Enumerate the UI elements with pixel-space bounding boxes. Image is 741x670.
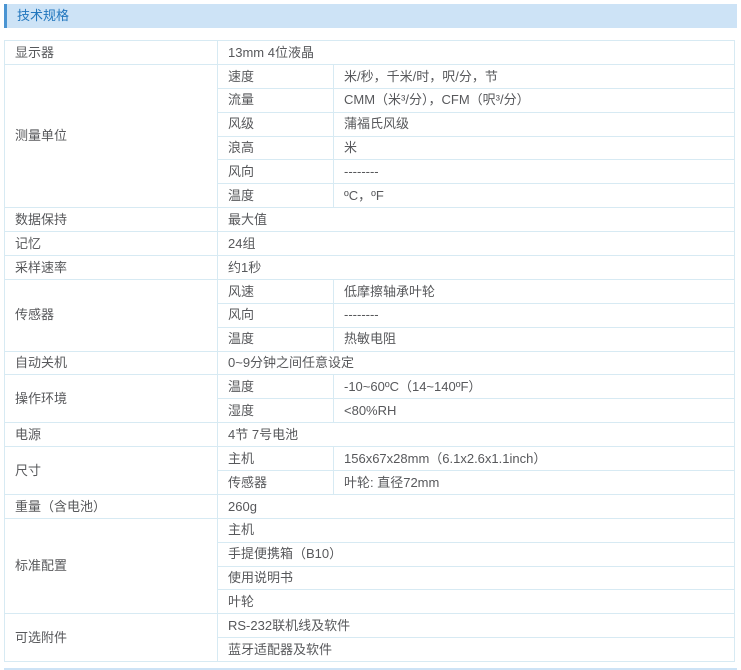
- spec-sublabel: 流量: [218, 88, 334, 112]
- spec-value: --------: [334, 160, 735, 184]
- spec-label: 重量（含电池）: [5, 494, 218, 518]
- spec-value: 米/秒，千米/时，呎/分，节: [334, 64, 735, 88]
- spec-label: 数据保持: [5, 208, 218, 232]
- table-row: 测量单位 速度 米/秒，千米/时，呎/分，节: [5, 64, 735, 88]
- spec-label: 电源: [5, 423, 218, 447]
- spec-label: 测量单位: [5, 64, 218, 207]
- spec-sublabel: 温度: [218, 375, 334, 399]
- spec-label: 记忆: [5, 232, 218, 256]
- table-row: 操作环境 温度 -10~60ºC（14~140ºF）: [5, 375, 735, 399]
- table-row: 自动关机 0~9分钟之间任意设定: [5, 351, 735, 375]
- spec-sublabel: 速度: [218, 64, 334, 88]
- table-row: 可选附件 RS-232联机线及软件: [5, 614, 735, 638]
- spec-value: 最大值: [218, 208, 735, 232]
- spec-sublabel: 浪高: [218, 136, 334, 160]
- spec-sublabel: 风向: [218, 303, 334, 327]
- spec-value: RS-232联机线及软件: [218, 614, 735, 638]
- specs-table: 显示器 13mm 4位液晶 测量单位 速度 米/秒，千米/时，呎/分，节 流量 …: [4, 40, 735, 662]
- spec-value: 蒲福氏风级: [334, 112, 735, 136]
- table-row: 电源 4节 7号电池: [5, 423, 735, 447]
- spec-sublabel: 主机: [218, 447, 334, 471]
- spec-value: 260g: [218, 494, 735, 518]
- table-row: 记忆 24组: [5, 232, 735, 256]
- table-row: 传感器 风速 低摩擦轴承叶轮: [5, 279, 735, 303]
- section-header: 技术规格: [4, 4, 737, 28]
- spec-value: ºC，ºF: [334, 184, 735, 208]
- spec-value: --------: [334, 303, 735, 327]
- spec-value: 叶轮: [218, 590, 735, 614]
- spec-label: 尺寸: [5, 447, 218, 495]
- table-row: 数据保持 最大值: [5, 208, 735, 232]
- spec-value: 叶轮: 直径72mm: [334, 471, 735, 495]
- spec-value: 主机: [218, 518, 735, 542]
- spec-label: 标准配置: [5, 518, 218, 614]
- spec-value: 热敏电阻: [334, 327, 735, 351]
- spec-sublabel: 风速: [218, 279, 334, 303]
- spec-value: 使用说明书: [218, 566, 735, 590]
- spec-label: 传感器: [5, 279, 218, 351]
- spec-value: <80%RH: [334, 399, 735, 423]
- spec-value: CMM（米³/分），CFM（呎³/分）: [334, 88, 735, 112]
- spec-value: 低摩擦轴承叶轮: [334, 279, 735, 303]
- spec-sublabel: 风向: [218, 160, 334, 184]
- table-row: 重量（含电池） 260g: [5, 494, 735, 518]
- spec-value: 4节 7号电池: [218, 423, 735, 447]
- page: 技术规格 显示器 13mm 4位液晶 测量单位 速度 米/秒，千米/时，呎/分，…: [0, 0, 741, 670]
- table-row: 采样速率 约1秒: [5, 256, 735, 280]
- spec-sublabel: 传感器: [218, 471, 334, 495]
- spec-sublabel: 风级: [218, 112, 334, 136]
- table-row: 显示器 13mm 4位液晶: [5, 41, 735, 65]
- spec-value: 0~9分钟之间任意设定: [218, 351, 735, 375]
- spec-value: 24组: [218, 232, 735, 256]
- spec-value: -10~60ºC（14~140ºF）: [334, 375, 735, 399]
- table-row: 尺寸 主机 156x67x28mm（6.1x2.6x1.1inch）: [5, 447, 735, 471]
- spec-label: 操作环境: [5, 375, 218, 423]
- spec-label: 自动关机: [5, 351, 218, 375]
- spec-label: 显示器: [5, 41, 218, 65]
- spec-value: 156x67x28mm（6.1x2.6x1.1inch）: [334, 447, 735, 471]
- page-title: 技术规格: [17, 8, 69, 23]
- table-row: 标准配置 主机: [5, 518, 735, 542]
- spec-label: 可选附件: [5, 614, 218, 662]
- spec-value: 约1秒: [218, 256, 735, 280]
- spec-value: 蓝牙适配器及软件: [218, 638, 735, 662]
- spec-value: 米: [334, 136, 735, 160]
- spec-value: 13mm 4位液晶: [218, 41, 735, 65]
- spec-sublabel: 温度: [218, 184, 334, 208]
- spec-value: 手提便携箱（B10）: [218, 542, 735, 566]
- spec-sublabel: 湿度: [218, 399, 334, 423]
- spec-sublabel: 温度: [218, 327, 334, 351]
- spec-label: 采样速率: [5, 256, 218, 280]
